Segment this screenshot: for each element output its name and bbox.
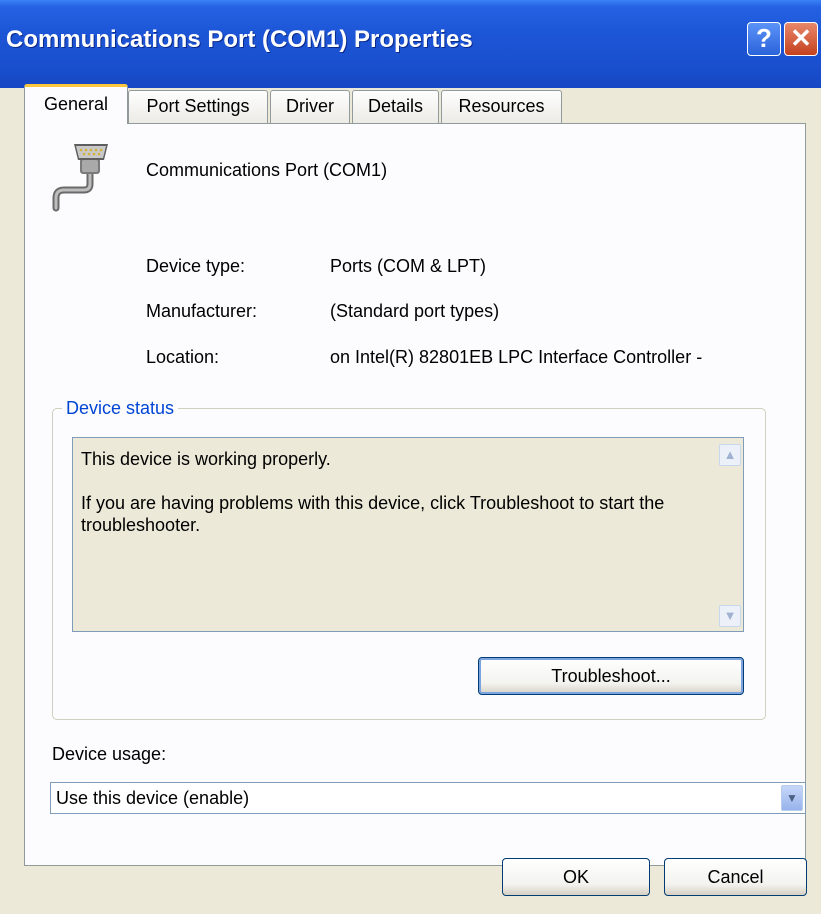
tab-driver[interactable]: Driver — [270, 90, 350, 123]
device-usage-dropdown[interactable]: Use this device (enable) ▼ — [50, 782, 806, 814]
scroll-down-button[interactable]: ▼ — [719, 605, 741, 627]
properties-dialog: Communications Port (COM1) Properties ? … — [0, 0, 821, 914]
close-button[interactable]: ✕ — [784, 22, 818, 56]
troubleshoot-button[interactable]: Troubleshoot... — [478, 657, 744, 695]
tab-strip: General Port Settings Driver Details Res… — [24, 84, 804, 124]
help-button[interactable]: ? — [747, 22, 781, 56]
device-status-legend: Device status — [62, 398, 179, 419]
status-line-help: If you are having problems with this dev… — [81, 493, 665, 535]
manufacturer-label: Manufacturer: — [146, 301, 258, 321]
tab-resources[interactable]: Resources — [441, 90, 562, 123]
chevron-down-icon[interactable]: ▼ — [781, 785, 803, 811]
window-title: Communications Port (COM1) Properties — [6, 26, 473, 53]
device-name: Communications Port (COM1) — [146, 160, 388, 180]
tab-general[interactable]: General — [24, 84, 128, 124]
device-status-text: This device is working properly. If you … — [81, 448, 701, 558]
title-bar[interactable]: Communications Port (COM1) Properties ? … — [0, 0, 821, 88]
status-line-working: This device is working properly. — [81, 449, 331, 469]
manufacturer-value: (Standard port types) — [330, 301, 500, 321]
serial-port-icon — [50, 140, 110, 217]
location-value: on Intel(R) 82801EB LPC Interface Contro… — [330, 347, 703, 367]
device-status-textbox[interactable]: This device is working properly. If you … — [72, 437, 744, 632]
location-label: Location: — [146, 347, 220, 367]
scroll-up-button[interactable]: ▲ — [719, 444, 741, 466]
ok-button[interactable]: OK — [502, 858, 650, 896]
device-usage-label: Device usage: — [52, 744, 167, 764]
device-type-label: Device type: — [146, 256, 246, 276]
tab-details[interactable]: Details — [352, 90, 439, 123]
cancel-button[interactable]: Cancel — [664, 858, 807, 896]
device-usage-selected: Use this device (enable) — [56, 788, 250, 808]
tab-port-settings[interactable]: Port Settings — [128, 90, 268, 123]
device-type-value: Ports (COM & LPT) — [330, 256, 487, 276]
